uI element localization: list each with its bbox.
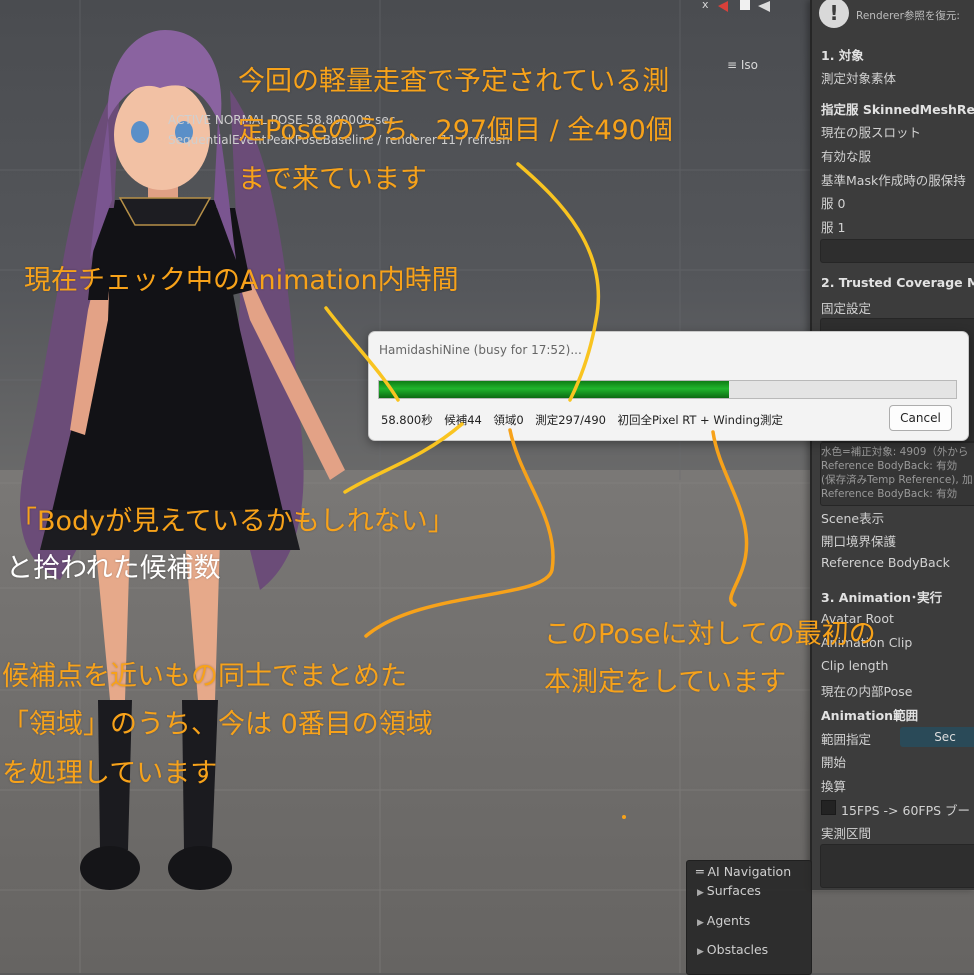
- annotation-region-line-2: 「領域」のうち、今は 0番目の領域: [2, 709, 433, 740]
- panel-row: 1. 対象: [821, 48, 864, 63]
- panel-row: 開始: [821, 755, 847, 770]
- annotation-region-line-1: 候補点を近いもの同士でまとめた: [2, 661, 407, 692]
- panel-row: 指定服 SkinnedMeshRe: [821, 102, 974, 117]
- inspector-panel[interactable]: ! Renderer参照を復元: 1. 対象 測定対象素体 指定服 Skinne…: [810, 0, 974, 890]
- progress-dialog: HamidashiNine (busy for 17:52)... 58.800…: [368, 331, 969, 441]
- expand-arrow-icon: ▶: [697, 888, 707, 898]
- ai-nav-item-surfaces[interactable]: ▶ Surfaces: [697, 883, 761, 898]
- panel-row: 測定対象素体: [821, 71, 897, 86]
- annotation-anim-time: 現在チェック中のAnimation内時間: [24, 265, 459, 296]
- ai-navigation-overlay[interactable]: ═ AI Navigation ▶ Surfaces ▶ Agents ▶ Ob…: [686, 860, 812, 975]
- panel-row: 15FPS -> 60FPS ブー: [841, 803, 971, 818]
- ai-navigation-title: ═ AI Navigation: [696, 864, 791, 879]
- annotation-pose-line-3: まで来ています: [238, 164, 427, 195]
- ai-nav-item-label: Obstacles: [706, 942, 769, 957]
- panel-row: 服 0: [821, 196, 846, 211]
- ai-nav-item-obstacles[interactable]: ▶ Obstacles: [697, 942, 768, 957]
- panel-row: Clip length: [821, 658, 889, 673]
- fps-boost-checkbox[interactable]: [821, 800, 836, 815]
- panel-row: 現在の内部Pose: [821, 684, 913, 699]
- panel-row: 水色=補正対象: 4909（外から: [821, 446, 969, 458]
- panel-row: 有効な服: [821, 149, 872, 164]
- expand-arrow-icon: ▶: [697, 947, 707, 957]
- annotation-pose-line-1: 今回の軽量走査で予定されている測: [238, 66, 670, 97]
- panel-field[interactable]: [820, 844, 974, 888]
- cancel-button[interactable]: Cancel: [889, 405, 952, 431]
- annotation-candidates-line-1: 「Bodyが見えているかもしれない」: [10, 506, 455, 537]
- panel-row: 実測区間: [821, 826, 872, 841]
- panel-row: 範囲指定: [821, 732, 872, 747]
- panel-header-text: Renderer参照を復元:: [856, 10, 960, 22]
- gizmo-x-label: x: [702, 0, 709, 11]
- panel-row: 基準Mask作成時の服保持: [821, 173, 966, 188]
- progress-bar: [378, 380, 957, 399]
- annotation-measure-line-2: 本測定をしています: [544, 667, 787, 698]
- drag-handle-icon[interactable]: ═: [696, 864, 708, 879]
- iso-toggle[interactable]: ≡ Iso: [727, 58, 758, 72]
- ai-nav-item-label: Surfaces: [706, 883, 761, 898]
- orientation-gizmo[interactable]: x: [700, 0, 780, 20]
- annotation-candidates-line-2: と拾われた候補数: [6, 553, 221, 584]
- panel-row: Reference BodyBack: 有効: [821, 488, 958, 500]
- progress-status-text: 58.800秒 候補44 領域0 測定297/490 初回全Pixel RT +…: [381, 413, 784, 427]
- ai-nav-item-agents[interactable]: ▶ Agents: [697, 913, 750, 928]
- dialog-title: HamidashiNine (busy for 17:52)...: [379, 343, 582, 357]
- panel-row: (保存済みTemp Reference), 加: [821, 474, 973, 486]
- panel-row: 服 1: [821, 220, 846, 235]
- warning-icon: !: [819, 0, 849, 28]
- ai-navigation-title-text: AI Navigation: [707, 864, 792, 879]
- panel-row: 換算: [821, 779, 847, 794]
- annotation-measure-line-1: このPoseに対しての最初の: [544, 619, 876, 650]
- annotation-pose-line-2: 定Poseのうち、297個目 / 全490個: [238, 115, 673, 146]
- annotation-region-line-3: を処理しています: [2, 758, 218, 789]
- panel-field[interactable]: [820, 239, 974, 263]
- panel-row: 固定設定: [821, 301, 872, 316]
- panel-row: 2. Trusted Coverage M: [821, 275, 974, 290]
- ai-nav-item-label: Agents: [706, 913, 751, 928]
- panel-row: 3. Animation･実行: [821, 590, 943, 605]
- panel-row: Scene表示: [821, 511, 885, 526]
- panel-row: 現在の服スロット: [821, 125, 922, 140]
- panel-row: 開口境界保護: [821, 534, 897, 549]
- expand-arrow-icon: ▶: [697, 918, 707, 928]
- panel-row: Reference BodyBack: [821, 555, 950, 570]
- sec-unit-button[interactable]: Sec: [900, 727, 974, 747]
- progress-bar-fill: [379, 381, 729, 398]
- panel-row: Reference BodyBack: 有効: [821, 460, 958, 472]
- panel-row: Animation範囲: [821, 708, 919, 723]
- gizmo-axes-icon: [718, 0, 770, 12]
